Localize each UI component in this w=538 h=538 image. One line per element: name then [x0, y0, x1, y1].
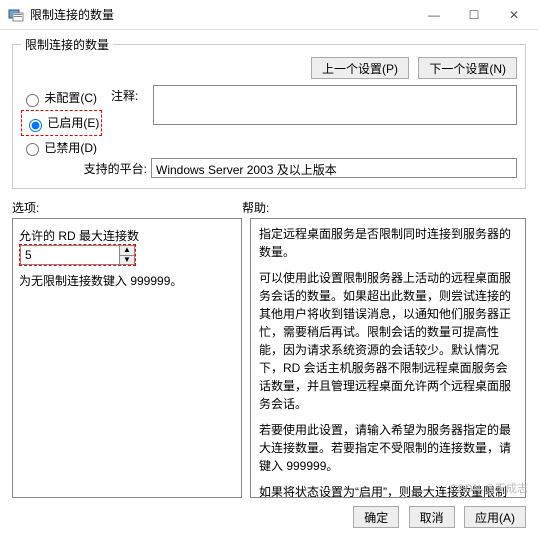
ok-button[interactable]: 确定	[353, 506, 399, 528]
max-conn-label: 允许的 RD 最大连接数	[19, 229, 139, 243]
apply-button[interactable]: 应用(A)	[464, 506, 526, 528]
nav-row: 上一个设置(P) 下一个设置(N)	[21, 57, 517, 79]
section-headers: 选项: 帮助:	[12, 199, 526, 216]
comment-row: 注释:	[111, 85, 517, 125]
help-p1: 指定远程桌面服务是否限制同时连接到服务器的数量。	[259, 225, 517, 261]
state-radio-group: 未配置(C) 已启用(E) 已禁用(D)	[21, 87, 111, 158]
footer-buttons: 确定 取消 应用(A)	[12, 506, 526, 528]
minimize-button[interactable]: —	[414, 1, 454, 29]
help-p3: 若要使用此设置，请输入希望为服务器指定的最大连接数量。若要指定不受限制的连接数量…	[259, 421, 517, 475]
radio-disabled-label: 已禁用(D)	[44, 141, 97, 155]
window-controls: — ☐ ✕	[414, 1, 534, 29]
highlight-enabled: 已启用(E)	[21, 110, 102, 136]
prev-setting-button[interactable]: 上一个设置(P)	[311, 57, 409, 79]
help-panel[interactable]: 指定远程桌面服务是否限制同时连接到服务器的数量。 可以使用此设置限制服务器上活动…	[250, 218, 526, 498]
window-title: 限制连接的数量	[30, 6, 414, 23]
radio-disabled[interactable]: 已禁用(D)	[21, 139, 111, 157]
titlebar: 限制连接的数量 — ☐ ✕	[0, 0, 538, 30]
spin-down[interactable]: ▼	[120, 256, 134, 265]
content-area: 限制连接的数量 上一个设置(P) 下一个设置(N) 未配置(C) 已启用(E) …	[0, 30, 538, 538]
options-panel: 允许的 RD 最大连接数 ▲ ▼ 为无限制连接数键入 999999。	[12, 218, 242, 498]
cancel-button[interactable]: 取消	[409, 506, 455, 528]
radio-enabled-label: 已启用(E)	[47, 116, 99, 130]
options-body: 允许的 RD 最大连接数 ▲ ▼ 为无限制连接数键入 999999。 指定远程桌…	[12, 218, 526, 498]
maximize-button[interactable]: ☐	[454, 1, 494, 29]
close-button[interactable]: ✕	[494, 1, 534, 29]
max-conn-row: 允许的 RD 最大连接数 ▲ ▼	[19, 227, 235, 266]
help-header: 帮助:	[242, 199, 526, 216]
app-icon	[8, 7, 24, 23]
watermark: CSDN @天成志	[450, 480, 528, 496]
radio-notconfigured-label: 未配置(C)	[44, 91, 97, 105]
options-header: 选项:	[12, 199, 242, 216]
next-setting-button[interactable]: 下一个设置(N)	[418, 57, 517, 79]
unlimited-hint: 为无限制连接数键入 999999。	[19, 272, 235, 289]
comment-label: 注释:	[111, 85, 153, 125]
comment-textarea[interactable]	[153, 85, 517, 125]
radio-enabled[interactable]: 已启用(E)	[24, 114, 99, 132]
help-p2: 可以使用此设置限制服务器上活动的远程桌面服务会话的数量。如果超出此数量，则尝试连…	[259, 269, 517, 413]
policy-group: 限制连接的数量 上一个设置(P) 下一个设置(N) 未配置(C) 已启用(E) …	[12, 36, 526, 189]
platform-label: 支持的平台:	[71, 160, 151, 177]
platform-row: 支持的平台: Windows Server 2003 及以上版本	[71, 158, 517, 178]
spin-buttons: ▲ ▼	[120, 245, 135, 265]
max-conn-highlight: ▲ ▼	[19, 244, 136, 266]
max-conn-input[interactable]	[20, 245, 120, 265]
radio-notconfigured-input[interactable]	[26, 94, 39, 107]
radio-enabled-input[interactable]	[29, 119, 42, 132]
group-legend: 限制连接的数量	[21, 36, 113, 53]
radio-notconfigured[interactable]: 未配置(C)	[21, 89, 111, 107]
platform-value: Windows Server 2003 及以上版本	[151, 158, 517, 178]
radio-disabled-input[interactable]	[26, 143, 39, 156]
